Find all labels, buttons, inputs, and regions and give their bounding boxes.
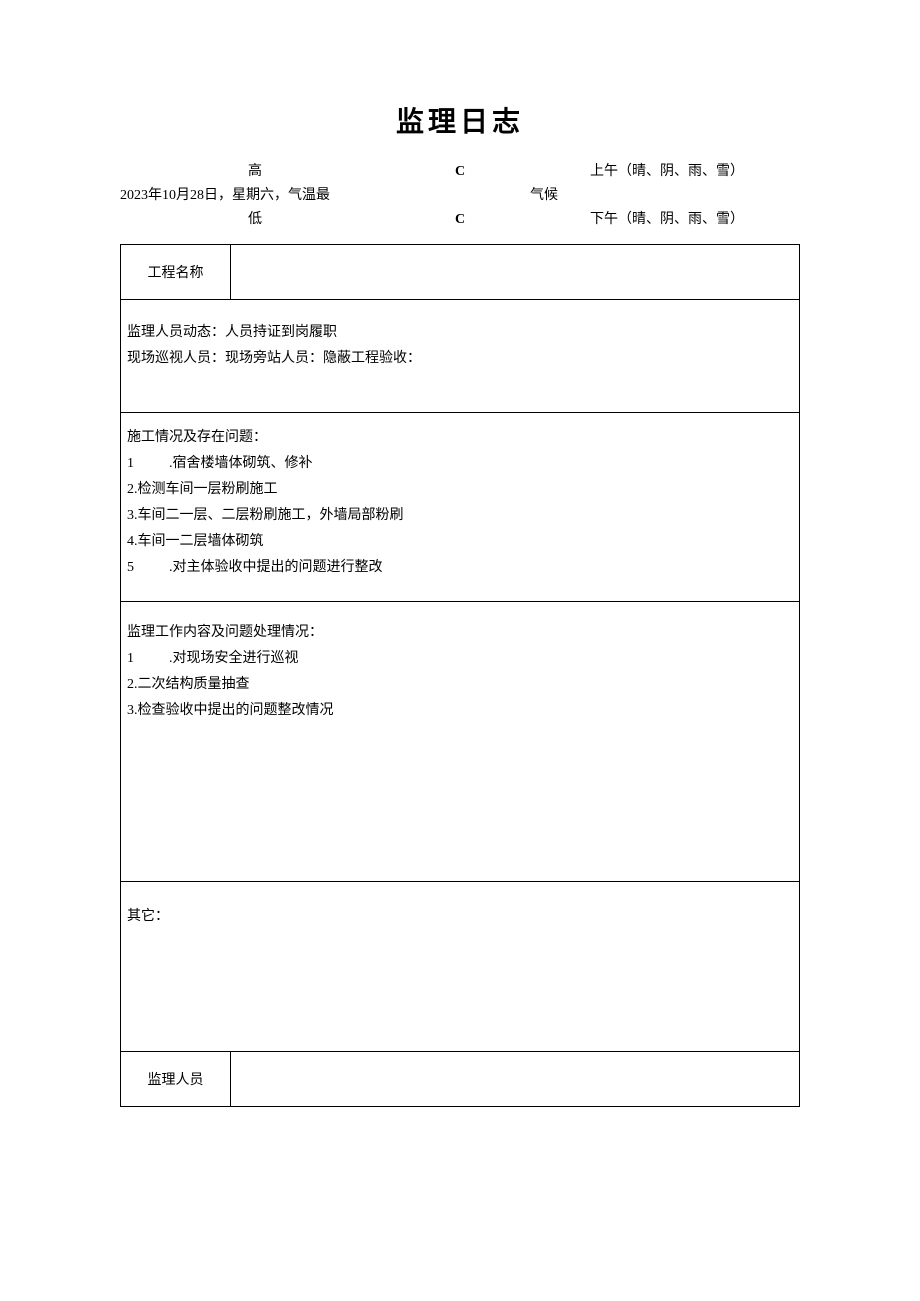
supervisor-label: 监理人员 — [121, 1052, 231, 1107]
project-name-value — [231, 245, 800, 300]
supervisor-value — [231, 1052, 800, 1107]
project-name-row: 工程名称 — [121, 245, 800, 300]
c-label-high: C — [390, 160, 530, 184]
date-text: 2023年10月28日，星期六，气温最 — [120, 184, 390, 208]
project-name-label: 工程名称 — [121, 245, 231, 300]
afternoon-weather: 下午（晴、阴、雨、雪） — [590, 208, 800, 232]
other-row: 其它： — [121, 882, 800, 1052]
personnel-line2: 现场巡视人员：现场旁站人员：隐蔽工程验收： — [127, 346, 793, 372]
morning-weather: 上午（晴、阴、雨、雪） — [590, 160, 800, 184]
construction-row: 施工情况及存在问题： 1 .宿舍楼墙体砌筑、修补 2.检测车间一层粉刷施工 3.… — [121, 413, 800, 602]
c-label-low: C — [390, 208, 530, 232]
page-title: 监理日志 — [120, 100, 800, 140]
temp-high-wrap: 高 — [120, 160, 390, 184]
main-table: 工程名称 监理人员动态：人员持证到岗履职 现场巡视人员：现场旁站人员：隐蔽工程验… — [120, 244, 800, 1107]
construction-item-5: 5 .对主体验收中提出的问题进行整改 — [127, 555, 793, 581]
other-header: 其它： — [127, 904, 793, 930]
construction-item-4: 4.车间一二层墙体砌筑 — [127, 529, 793, 555]
personnel-line1: 监理人员动态：人员持证到岗履职 — [127, 320, 793, 346]
temp-high: 高 — [248, 164, 262, 179]
supervision-work-row: 监理工作内容及问题处理情况： 1 .对现场安全进行巡视 2.二次结构质量抽查 3… — [121, 602, 800, 882]
supervision-item-1: 1 .对现场安全进行巡视 — [127, 646, 793, 672]
supervision-header: 监理工作内容及问题处理情况： — [127, 620, 793, 646]
header-info-block: 高 C 上午（晴、阴、雨、雪） 2023年10月28日，星期六，气温最 气候 低… — [120, 160, 800, 232]
construction-header: 施工情况及存在问题： — [127, 425, 793, 451]
supervision-item-2: 2.二次结构质量抽查 — [127, 672, 793, 698]
construction-item-1: 1 .宿舍楼墙体砌筑、修补 — [127, 451, 793, 477]
supervisor-row: 监理人员 — [121, 1052, 800, 1107]
construction-item-3: 3.车间二一层、二层粉刷施工，外墙局部粉刷 — [127, 503, 793, 529]
climate-label: 气候 — [530, 184, 590, 208]
temp-low: 低 — [248, 212, 262, 227]
construction-item-2: 2.检测车间一层粉刷施工 — [127, 477, 793, 503]
personnel-row: 监理人员动态：人员持证到岗履职 现场巡视人员：现场旁站人员：隐蔽工程验收： — [121, 300, 800, 413]
temp-low-wrap: 低 — [120, 208, 390, 232]
supervision-item-3: 3.检查验收中提出的问题整改情况 — [127, 698, 793, 724]
